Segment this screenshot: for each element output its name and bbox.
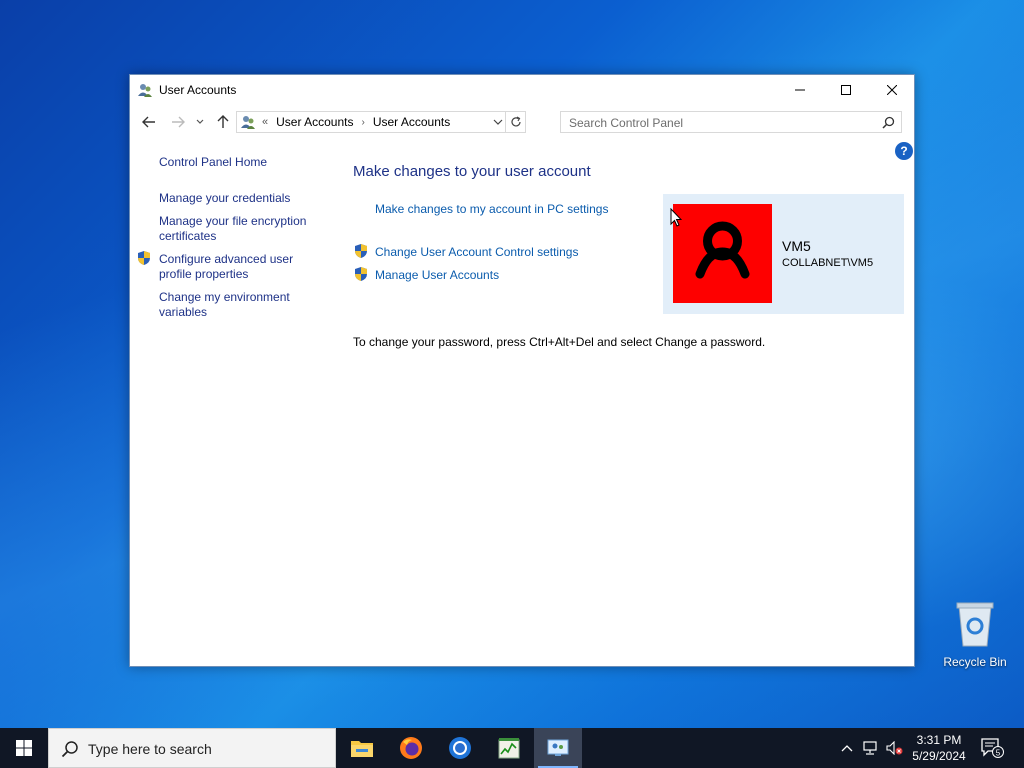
notification-count: 5 — [996, 748, 1001, 757]
navigation-bar: « User Accounts › User Accounts Search C… — [130, 108, 914, 136]
arrow-up-icon — [217, 115, 229, 128]
uac-shield-icon — [138, 251, 150, 265]
password-hint: To change your password, press Ctrl+Alt+… — [353, 335, 766, 349]
maximize-button[interactable] — [823, 75, 869, 105]
breadcrumb-item[interactable]: User Accounts — [276, 115, 353, 129]
chevron-down-icon[interactable] — [491, 115, 505, 129]
user-accounts-icon — [138, 84, 152, 97]
search-icon — [61, 741, 78, 758]
task-manager-button[interactable] — [485, 728, 533, 768]
uac-settings-link[interactable]: Change User Account Control settings — [375, 245, 578, 259]
taskbar: Type here to search 3:31 PM 5/29/2024 5 — [0, 728, 1024, 768]
recent-locations-button[interactable] — [193, 112, 207, 132]
notification-icon: 5 — [981, 738, 1004, 758]
control-panel-home-link[interactable]: Control Panel Home — [159, 155, 319, 170]
search-icon[interactable] — [882, 116, 895, 129]
network-button[interactable] — [862, 739, 880, 757]
chrome-button[interactable] — [436, 728, 484, 768]
environment-variables-link[interactable]: Change my environment variables — [159, 290, 319, 320]
network-icon — [863, 741, 877, 755]
arrow-right-icon — [172, 116, 185, 128]
user-accounts-window: User Accounts « User Accounts › User Acc… — [129, 74, 915, 667]
file-explorer-icon — [351, 741, 373, 757]
forward-button[interactable] — [168, 112, 188, 132]
chrome-icon — [449, 737, 471, 759]
file-explorer-button[interactable] — [338, 728, 386, 768]
breadcrumb-overflow[interactable]: « — [262, 116, 268, 128]
minimize-button[interactable] — [777, 75, 823, 105]
user-name: VM5 — [782, 238, 811, 254]
arrow-left-icon — [142, 116, 155, 128]
show-hidden-icons-button[interactable] — [838, 739, 856, 757]
user-avatar-icon — [695, 221, 750, 279]
search-control-panel-input[interactable]: Search Control Panel — [560, 111, 902, 133]
clock-date: 5/29/2024 — [912, 749, 966, 763]
firefox-icon — [400, 737, 422, 759]
breadcrumb-separator-icon[interactable]: › — [362, 117, 365, 128]
notification-center-button[interactable]: 5 — [980, 737, 1004, 759]
firefox-button[interactable] — [387, 728, 435, 768]
mouse-cursor-icon — [670, 208, 682, 227]
title-bar[interactable]: User Accounts — [130, 75, 914, 105]
uac-shield-icon — [355, 244, 367, 258]
file-encryption-link[interactable]: Manage your file encryption certificates — [159, 214, 319, 244]
control-panel-icon — [547, 739, 569, 756]
taskbar-search-placeholder: Type here to search — [88, 741, 212, 757]
windows-logo-icon — [16, 740, 32, 756]
recycle-bin-shortcut[interactable]: Recycle Bin — [940, 600, 1010, 669]
page-title: Make changes to your user account — [353, 163, 591, 180]
uac-shield-icon — [355, 267, 367, 281]
close-button[interactable] — [869, 75, 915, 105]
task-manager-icon — [498, 738, 520, 759]
breadcrumb-item[interactable]: User Accounts — [373, 115, 450, 129]
manage-user-accounts-link[interactable]: Manage User Accounts — [375, 268, 499, 282]
minimize-icon — [795, 89, 805, 91]
control-panel-taskbar-button[interactable] — [534, 728, 582, 768]
chevron-up-icon — [841, 745, 853, 752]
window-title: User Accounts — [159, 83, 237, 97]
control-panel-icon — [241, 116, 255, 129]
taskbar-search-input[interactable]: Type here to search — [48, 728, 336, 768]
back-button[interactable] — [139, 112, 159, 132]
up-button[interactable] — [213, 112, 233, 132]
start-button[interactable] — [0, 728, 48, 768]
recycle-bin-label: Recycle Bin — [943, 655, 1007, 669]
search-placeholder: Search Control Panel — [569, 116, 684, 130]
help-button[interactable]: ? — [895, 142, 913, 160]
volume-button[interactable] — [886, 739, 904, 757]
volume-muted-icon — [886, 741, 903, 755]
avatar — [673, 204, 772, 303]
refresh-icon — [510, 116, 521, 127]
manage-credentials-link[interactable]: Manage your credentials — [159, 191, 319, 206]
pc-settings-link[interactable]: Make changes to my account in PC setting… — [375, 202, 608, 216]
chevron-down-icon — [196, 119, 204, 124]
user-domain: COLLABNET\VM5 — [782, 257, 874, 269]
advanced-profile-link[interactable]: Configure advanced user profile properti… — [159, 252, 319, 282]
maximize-icon — [841, 85, 851, 95]
user-account-card: VM5 COLLABNET\VM5 — [663, 194, 904, 314]
refresh-button[interactable] — [505, 112, 525, 132]
close-icon — [887, 85, 897, 95]
system-clock[interactable]: 3:31 PM 5/29/2024 — [906, 732, 972, 764]
clock-time: 3:31 PM — [916, 733, 962, 747]
address-bar[interactable]: « User Accounts › User Accounts — [236, 111, 526, 133]
recycle-bin-icon — [956, 602, 994, 647]
